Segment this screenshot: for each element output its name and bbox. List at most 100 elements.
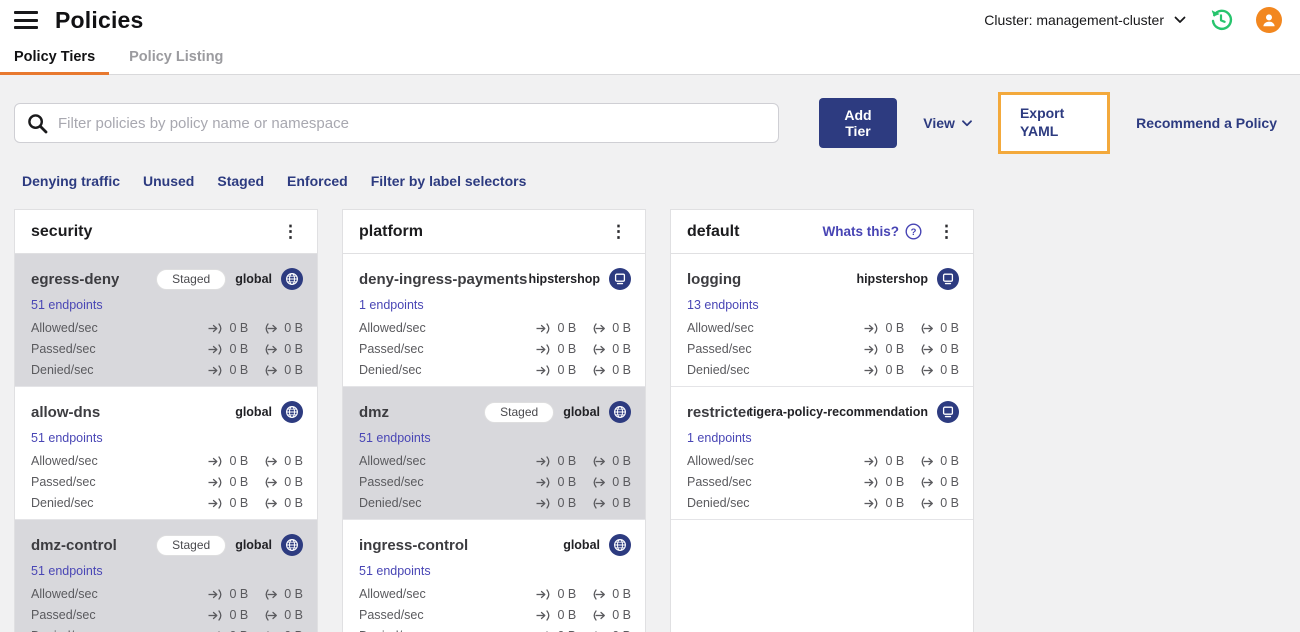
policy-title-row: egress-deny Staged global [31, 267, 303, 291]
egress-metric: 0 B [591, 363, 631, 377]
endpoints-link[interactable]: 1 endpoints [687, 431, 752, 445]
whats-this-link[interactable]: Whats this?? [823, 223, 923, 240]
filter-staged[interactable]: Staged [217, 173, 264, 189]
egress-value: 0 B [284, 363, 303, 377]
tier-name: security [31, 222, 93, 240]
egress-metric: 0 B [919, 342, 959, 356]
export-yaml-button-highlighted[interactable]: Export YAML [997, 92, 1111, 154]
egress-metric: 0 B [591, 475, 631, 489]
egress-icon [591, 609, 607, 621]
egress-value: 0 B [612, 496, 631, 510]
ingress-value: 0 B [229, 496, 249, 510]
egress-icon [919, 322, 935, 334]
policy-title-row: logging hipstershop [687, 267, 959, 291]
ingress-value: 0 B [229, 587, 249, 601]
filter-unused[interactable]: Unused [143, 173, 194, 189]
ingress-metric: 0 B [864, 321, 904, 335]
filter-enforced[interactable]: Enforced [287, 173, 348, 189]
policy-card[interactable]: dmz Staged global 51 endpoints Allowed/sec 0 … [343, 387, 645, 520]
history-icon[interactable] [1208, 7, 1234, 33]
endpoints-link[interactable]: 51 endpoints [359, 564, 431, 578]
egress-value: 0 B [940, 475, 959, 489]
ingress-value: 0 B [229, 321, 249, 335]
metric-values: 0 B 0 B [208, 342, 303, 356]
tier-header-actions: Whats this?? ⋮ [823, 221, 960, 242]
ingress-value: 0 B [885, 321, 905, 335]
tier-menu-kebab-icon[interactable]: ⋮ [278, 221, 303, 242]
globe-icon [609, 534, 631, 556]
globe-icon [281, 401, 303, 423]
tier-board: security ⋮ egress-deny Staged global 51 endpo… [14, 209, 1300, 632]
ingress-metric: 0 B [208, 342, 248, 356]
egress-value: 0 B [940, 321, 959, 335]
egress-icon [919, 455, 935, 467]
metric-label: Passed/sec [31, 342, 96, 356]
egress-metric: 0 B [263, 363, 303, 377]
egress-icon [919, 476, 935, 488]
policy-title-right: Staged global [484, 401, 631, 423]
policy-card[interactable]: allow-dns global 51 endpoints Allowed/sec 0 … [15, 387, 317, 520]
filter-denying-traffic[interactable]: Denying traffic [22, 173, 120, 189]
egress-metric: 0 B [919, 475, 959, 489]
endpoints-link[interactable]: 51 endpoints [359, 431, 431, 445]
user-avatar-icon[interactable] [1256, 7, 1282, 33]
ingress-value: 0 B [557, 363, 577, 377]
metric-row: Denied/sec 0 B 0 B [359, 496, 631, 510]
egress-metric: 0 B [263, 342, 303, 356]
metric-values: 0 B 0 B [208, 454, 303, 468]
top-bar: Policies Cluster: management-cluster [0, 0, 1300, 40]
endpoints-link[interactable]: 1 endpoints [359, 298, 424, 312]
policy-name: deny-ingress-paymentservi... [359, 270, 528, 288]
metric-row: Passed/sec 0 B 0 B [31, 608, 303, 622]
recommend-policy-button[interactable]: Recommend a Policy [1136, 115, 1277, 131]
endpoints-link[interactable]: 13 endpoints [687, 298, 759, 312]
egress-icon [919, 497, 935, 509]
policy-card[interactable]: egress-deny Staged global 51 endpoints Allow… [15, 254, 317, 387]
egress-metric: 0 B [591, 342, 631, 356]
endpoints-link[interactable]: 51 endpoints [31, 298, 103, 312]
search-input[interactable] [58, 114, 766, 132]
metric-values: 0 B 0 B [536, 496, 631, 510]
egress-metric: 0 B [263, 454, 303, 468]
egress-icon [591, 364, 607, 376]
namespace-icon [937, 268, 959, 290]
endpoints-link[interactable]: 51 endpoints [31, 564, 103, 578]
metric-row: Passed/sec 0 B 0 B [687, 342, 959, 356]
policy-card[interactable]: ingress-control global 51 endpoints Allowed… [343, 520, 645, 632]
policy-card[interactable]: restricted tigera-policy-recommendation 1 … [671, 387, 973, 520]
ingress-metric: 0 B [536, 342, 576, 356]
policy-card[interactable]: dmz-control Staged global 51 endpoints Allow… [15, 520, 317, 632]
metric-values: 0 B 0 B [536, 475, 631, 489]
filter-by-label-selectors[interactable]: Filter by label selectors [371, 173, 527, 189]
ingress-metric: 0 B [536, 363, 576, 377]
policy-title-right: tigera-policy-recommendation [749, 401, 959, 423]
ingress-value: 0 B [885, 475, 905, 489]
cluster-selector-label: Cluster: management-cluster [984, 12, 1164, 28]
view-dropdown[interactable]: View [923, 115, 972, 131]
egress-metric: 0 B [591, 496, 631, 510]
policy-card[interactable]: logging hipstershop 13 endpoints Allowed/se… [671, 254, 973, 387]
ingress-icon [864, 322, 880, 334]
tier-name: platform [359, 222, 423, 240]
tier-menu-kebab-icon[interactable]: ⋮ [934, 221, 959, 242]
tab-policy-listing[interactable]: Policy Listing [115, 40, 237, 74]
ingress-icon [864, 343, 880, 355]
ingress-value: 0 B [557, 475, 577, 489]
staged-badge: Staged [156, 534, 227, 556]
egress-value: 0 B [940, 342, 959, 356]
policy-name: ingress-control [359, 536, 469, 554]
egress-icon [263, 364, 279, 376]
question-circle-icon: ? [905, 223, 922, 240]
add-tier-button[interactable]: Add Tier [818, 98, 898, 148]
metric-label: Denied/sec [359, 496, 422, 510]
cluster-selector[interactable]: Cluster: management-cluster [984, 12, 1186, 28]
endpoints-link[interactable]: 51 endpoints [31, 431, 103, 445]
search-icon [28, 113, 48, 133]
policy-card[interactable]: deny-ingress-paymentservi...hipstershop 1… [343, 254, 645, 387]
egress-value: 0 B [284, 342, 303, 356]
tab-policy-tiers[interactable]: Policy Tiers [0, 40, 110, 75]
hamburger-menu-icon[interactable] [14, 11, 38, 29]
tier-menu-kebab-icon[interactable]: ⋮ [606, 221, 631, 242]
ingress-metric: 0 B [864, 363, 904, 377]
ingress-icon [864, 497, 880, 509]
